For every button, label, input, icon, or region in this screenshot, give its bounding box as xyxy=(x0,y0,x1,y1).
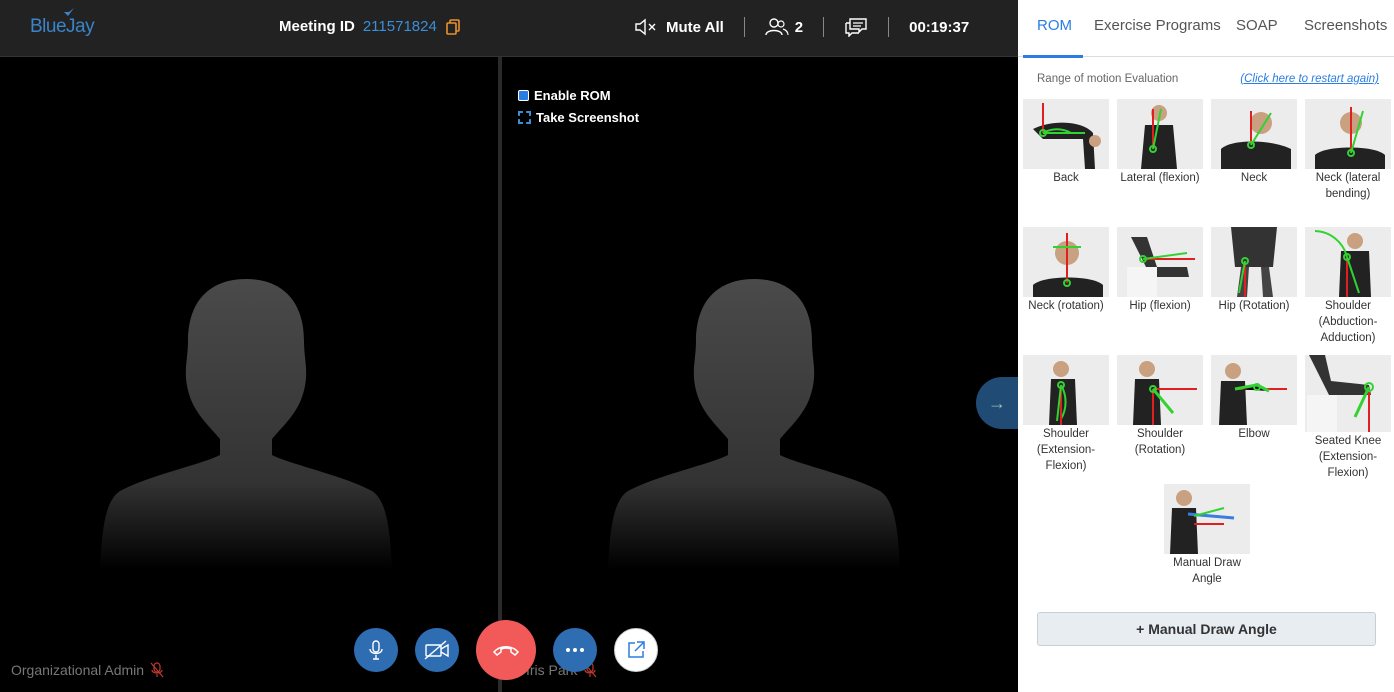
elbow-thumbnail xyxy=(1211,355,1297,425)
manual-draw-angle-button[interactable]: + Manual Draw Angle xyxy=(1037,612,1376,646)
seated-knee-thumbnail xyxy=(1305,355,1391,432)
meeting-info: Meeting ID 211571824 xyxy=(279,18,461,35)
phone-hangup-icon xyxy=(492,646,520,656)
video-tile-left[interactable]: Organizational Admin xyxy=(0,57,498,692)
side-panel: ROM Exercise Programs SOAP Screenshots R… xyxy=(1018,0,1394,692)
rom-item-shoulder-abduction-adduction[interactable]: Shoulder (Abduction-Adduction) xyxy=(1305,227,1391,346)
logo: BlueJay xyxy=(30,8,95,38)
participants-button[interactable]: 2 xyxy=(765,18,803,36)
mute-all-button[interactable]: Mute All xyxy=(634,18,724,36)
active-tab-indicator xyxy=(1023,55,1083,58)
restart-link[interactable]: (Click here to restart again) xyxy=(1240,73,1379,85)
neck-thumbnail xyxy=(1211,99,1297,169)
user-silhouette-icon xyxy=(608,279,900,569)
hip-flexion-thumbnail xyxy=(1117,227,1203,297)
lateral-flexion-thumbnail xyxy=(1117,99,1203,169)
hip-rotation-thumbnail xyxy=(1211,227,1297,297)
rom-header: Range of motion Evaluation (Click here t… xyxy=(1037,73,1379,85)
mic-muted-icon xyxy=(150,662,164,678)
separator xyxy=(888,17,890,37)
microphone-button[interactable] xyxy=(354,628,398,672)
rom-item-elbow[interactable]: Elbow xyxy=(1211,355,1297,442)
end-call-button[interactable] xyxy=(476,620,536,680)
top-bar: BlueJay Meeting ID 211571824 Mute All 2 … xyxy=(0,0,1018,57)
user-silhouette-icon xyxy=(100,279,392,569)
tab-rom[interactable]: ROM xyxy=(1037,17,1072,34)
more-options-button[interactable] xyxy=(553,628,597,672)
neck-rotation-thumbnail xyxy=(1023,227,1109,297)
meeting-id: 211571824 xyxy=(362,18,437,35)
rom-item-shoulder-rotation[interactable]: Shoulder (Rotation) xyxy=(1117,355,1203,458)
neck-lateral-bending-thumbnail xyxy=(1305,99,1391,169)
rom-item-hip-rotation[interactable]: Hip (Rotation) xyxy=(1211,227,1297,314)
tab-soap[interactable]: SOAP xyxy=(1236,17,1278,34)
rom-item-shoulder-extension-flexion[interactable]: Shoulder (Extension-Flexion) xyxy=(1023,355,1109,474)
shoulder-rotation-thumbnail xyxy=(1117,355,1203,425)
panel-tabs: ROM Exercise Programs SOAP Screenshots xyxy=(1018,0,1394,58)
rom-item-seated-knee[interactable]: Seated Knee (Extension-Flexion) xyxy=(1305,355,1391,481)
manual-draw-angle-thumbnail xyxy=(1164,484,1250,554)
share-button[interactable] xyxy=(614,628,658,672)
app-root: BlueJay Meeting ID 211571824 Mute All 2 … xyxy=(0,0,1394,692)
rom-item-hip-flexion[interactable]: Hip (flexion) xyxy=(1117,227,1203,314)
external-link-icon xyxy=(628,641,645,658)
top-actions: Mute All 2 00:19:37 xyxy=(634,17,969,37)
take-screenshot-button[interactable]: Take Screenshot xyxy=(518,106,639,128)
rom-item-neck-rotation[interactable]: Neck (rotation) xyxy=(1023,227,1109,314)
video-area: Organizational Admin Iris Park → xyxy=(0,57,1018,692)
shoulder-abduction-thumbnail xyxy=(1305,227,1391,297)
rom-options: Enable ROM Take Screenshot xyxy=(518,84,639,128)
call-timer: 00:19:37 xyxy=(909,18,970,36)
users-icon xyxy=(765,18,789,36)
participant-name-left: Organizational Admin xyxy=(11,662,164,678)
more-dots-icon xyxy=(566,648,584,652)
call-controls xyxy=(354,620,658,680)
rom-item-back[interactable]: Back xyxy=(1023,99,1109,186)
arrow-right-icon: → xyxy=(988,392,1006,413)
rom-item-manual-draw-angle[interactable]: Manual Draw Angle xyxy=(1164,484,1250,587)
screenshot-icon xyxy=(518,110,531,124)
rom-title: Range of motion Evaluation xyxy=(1037,73,1179,85)
rom-item-neck-lateral-bending[interactable]: Neck (lateral bending) xyxy=(1305,99,1391,202)
copy-icon[interactable] xyxy=(445,18,461,35)
back-thumbnail xyxy=(1023,99,1109,169)
rom-item-lateral-flexion[interactable]: Lateral (flexion) xyxy=(1117,99,1203,186)
meeting-label: Meeting ID xyxy=(279,18,355,35)
camera-off-icon xyxy=(424,640,449,660)
separator xyxy=(823,17,825,37)
separator xyxy=(743,17,745,37)
video-tile-right[interactable]: Iris Park xyxy=(502,57,1018,692)
participant-count: 2 xyxy=(794,18,804,36)
chat-icon xyxy=(845,18,867,37)
bird-icon xyxy=(64,8,74,16)
shoulder-extension-thumbnail xyxy=(1023,355,1109,425)
mic-icon xyxy=(369,640,383,660)
rom-item-neck[interactable]: Neck xyxy=(1211,99,1297,186)
speaker-muted-icon xyxy=(635,18,656,36)
tab-screenshots[interactable]: Screenshots xyxy=(1304,17,1387,34)
chat-button[interactable] xyxy=(844,17,868,37)
tab-exercise-programs[interactable]: Exercise Programs xyxy=(1094,17,1221,34)
enable-rom-checkbox[interactable]: Enable ROM xyxy=(518,84,639,106)
checkbox-checked-icon xyxy=(518,89,529,101)
camera-button[interactable] xyxy=(415,628,459,672)
